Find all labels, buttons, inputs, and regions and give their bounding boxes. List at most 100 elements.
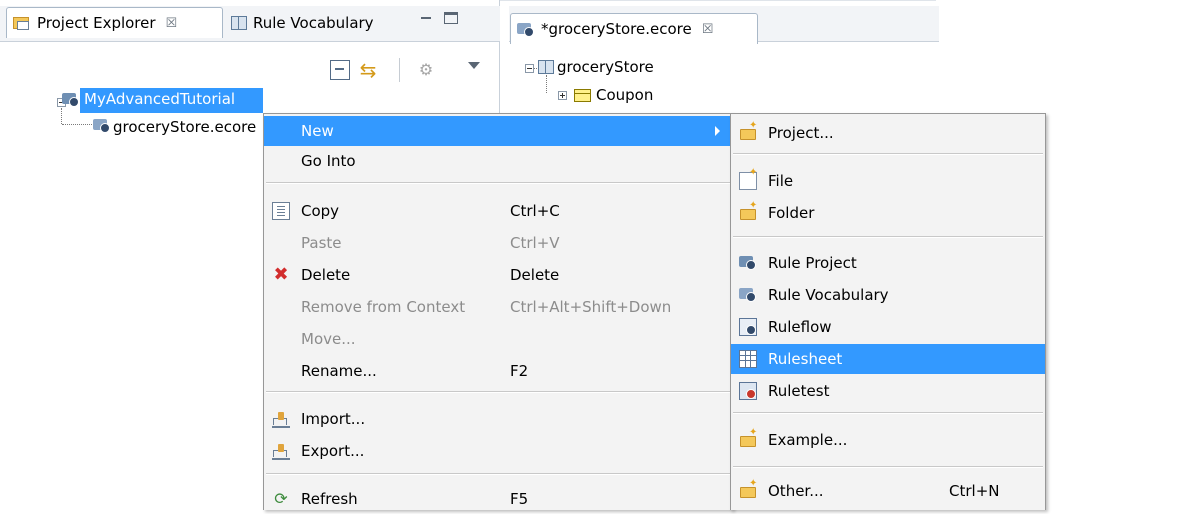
menu-separator	[266, 473, 730, 475]
menu-separator	[733, 153, 1043, 155]
menu-item-new[interactable]: New	[264, 116, 732, 146]
menu-separator	[266, 391, 730, 393]
submenu-item-rulesheet[interactable]: Rulesheet	[731, 344, 1045, 374]
menu-item-rename[interactable]: Rename... F2	[264, 356, 732, 386]
menu-item-label: Folder	[768, 204, 815, 222]
link-with-editor-icon[interactable]: ⇆	[358, 60, 378, 80]
menu-item-label: File	[768, 172, 794, 190]
rule-project-icon	[739, 254, 757, 272]
menu-item-shortcut: F5	[510, 490, 529, 508]
menu-item-label: Remove from Context	[301, 298, 466, 316]
new-submenu: Project... File Folder Rule Project Rule…	[730, 113, 1046, 510]
menu-item-shortcut: F2	[510, 362, 529, 380]
menu-item-label: Rule Vocabulary	[768, 286, 889, 304]
submenu-item-rule-project[interactable]: Rule Project	[731, 248, 1045, 278]
menu-item-label: Paste	[301, 234, 342, 252]
tree-item-grocerystore[interactable]: groceryStore	[557, 58, 654, 76]
menu-item-label: Other...	[768, 482, 824, 500]
rule-project-icon	[62, 91, 80, 107]
tree-item-coupon[interactable]: Coupon	[596, 86, 653, 104]
ruletest-icon	[739, 382, 757, 400]
submenu-item-rule-vocabulary[interactable]: Rule Vocabulary	[731, 280, 1045, 310]
export-icon	[272, 442, 290, 460]
menu-item-label: Rule Project	[768, 254, 857, 272]
menu-item-remove-from-context[interactable]: Remove from Context Ctrl+Alt+Shift+Down	[264, 292, 732, 322]
minimize-button[interactable]	[418, 12, 434, 26]
tree-item-grocerystore-ecore[interactable]: groceryStore.ecore	[113, 118, 263, 136]
tab-project-explorer[interactable]: Project Explorer ☒	[6, 7, 223, 38]
tree-connector	[62, 124, 92, 125]
toolbar-separator	[399, 58, 400, 82]
menu-item-shortcut: Ctrl+V	[510, 234, 560, 252]
vocabulary-file-icon	[93, 117, 111, 133]
new-project-icon	[739, 120, 757, 142]
tree-item-myadvancedtutorial[interactable]: MyAdvancedTutorial	[84, 90, 235, 108]
menu-item-label: Export...	[301, 442, 365, 460]
menu-item-move[interactable]: Move...	[264, 324, 732, 354]
menu-separator	[733, 466, 1043, 468]
submenu-item-ruletest[interactable]: Ruletest	[731, 376, 1045, 406]
submenu-item-project[interactable]: Project...	[731, 118, 1045, 148]
tree-connector	[61, 108, 62, 124]
tab-project-explorer-label: Project Explorer	[37, 14, 156, 32]
collapse-toggle-icon[interactable]	[525, 64, 534, 73]
menu-item-label: Import...	[301, 410, 366, 428]
project-explorer-icon	[13, 16, 31, 30]
menu-item-label: Refresh	[301, 490, 358, 508]
class-icon	[574, 89, 591, 102]
menu-item-label: Rename...	[301, 362, 377, 380]
menu-item-import[interactable]: Import...	[264, 404, 732, 434]
menu-item-label: Go Into	[301, 152, 356, 170]
menu-item-shortcut: Ctrl+N	[949, 482, 1000, 500]
menu-item-label: New	[301, 122, 334, 140]
rulesheet-icon	[739, 350, 757, 368]
example-icon	[739, 427, 757, 449]
submenu-item-other[interactable]: Other... Ctrl+N	[731, 476, 1045, 506]
menu-item-label: Move...	[301, 330, 356, 348]
tab-rule-vocabulary-label: Rule Vocabulary	[253, 13, 374, 32]
tab-grocerystore-ecore[interactable]: *groceryStore.ecore ☒	[510, 13, 758, 44]
menu-separator	[266, 182, 730, 184]
menu-item-shortcut: Ctrl+Alt+Shift+Down	[510, 298, 672, 316]
tab-rule-vocabulary[interactable]: Rule Vocabulary	[225, 7, 405, 38]
package-icon	[538, 60, 554, 74]
expand-toggle-icon[interactable]	[558, 91, 567, 100]
menu-item-label: Project...	[768, 124, 834, 142]
context-menu: New Go Into Copy Ctrl+C Paste Ctrl+V ✖ D…	[263, 113, 733, 510]
submenu-item-file[interactable]: File	[731, 166, 1045, 196]
menu-item-go-into[interactable]: Go Into	[264, 146, 732, 176]
submenu-item-folder[interactable]: Folder	[731, 198, 1045, 228]
menu-item-export[interactable]: Export...	[264, 436, 732, 466]
rule-vocabulary-icon	[739, 286, 757, 304]
maximize-button[interactable]	[444, 12, 458, 24]
submenu-item-example[interactable]: Example...	[731, 425, 1045, 455]
book-icon	[231, 15, 247, 30]
menu-item-shortcut: Ctrl+C	[510, 202, 560, 220]
menu-item-shortcut: Delete	[510, 266, 560, 284]
import-icon	[272, 410, 290, 428]
collapse-all-icon[interactable]	[330, 60, 350, 80]
menu-item-label: Copy	[301, 202, 340, 220]
view-menu-chevron-icon[interactable]	[468, 62, 480, 69]
submenu-item-ruleflow[interactable]: Ruleflow	[731, 312, 1045, 342]
refresh-icon: ⟳	[274, 489, 288, 508]
menu-item-delete[interactable]: ✖ Delete Delete	[264, 260, 732, 290]
tree-connector	[546, 75, 547, 93]
filter-icon[interactable]: ⚙	[416, 60, 436, 80]
menu-item-label: Ruletest	[768, 382, 830, 400]
tab-grocerystore-ecore-label: *groceryStore.ecore	[541, 20, 692, 38]
new-file-icon	[739, 167, 757, 190]
ruleflow-icon	[739, 318, 757, 336]
new-folder-icon	[739, 200, 757, 222]
submenu-arrow-icon	[715, 126, 720, 136]
menu-item-label: Example...	[768, 431, 848, 449]
menu-item-paste[interactable]: Paste Ctrl+V	[264, 228, 732, 258]
other-icon	[739, 478, 757, 500]
menu-separator	[733, 412, 1043, 414]
ecore-file-icon	[517, 21, 535, 37]
close-icon[interactable]: ☒	[166, 16, 178, 31]
menu-item-label: Rulesheet	[768, 350, 843, 368]
menu-item-copy[interactable]: Copy Ctrl+C	[264, 196, 732, 226]
close-icon[interactable]: ☒	[702, 22, 714, 37]
copy-icon	[272, 202, 290, 220]
